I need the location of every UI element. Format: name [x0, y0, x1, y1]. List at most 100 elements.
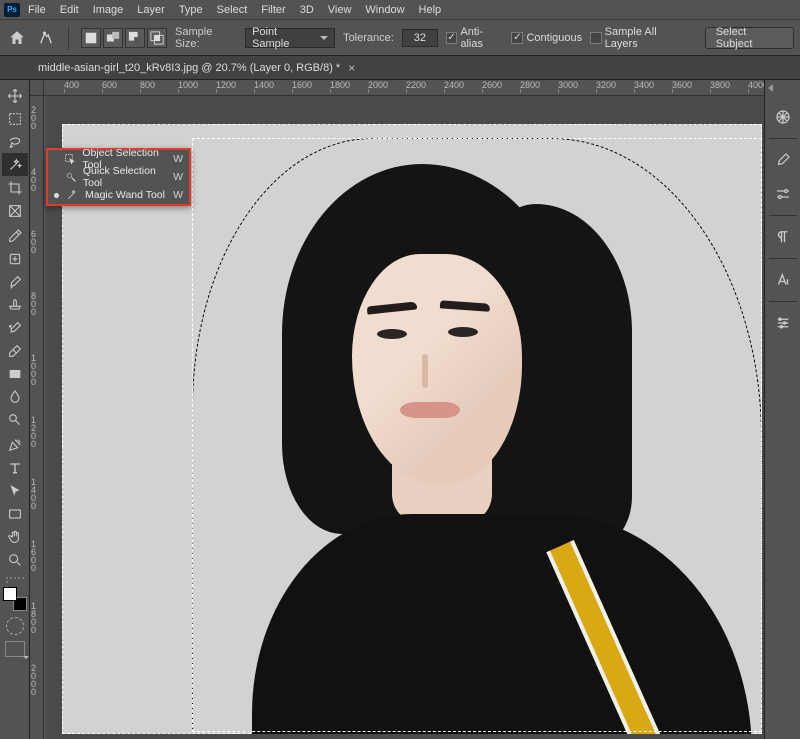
anti-alias-checkbox[interactable]: Anti-alias: [446, 26, 504, 50]
sample-size-value: Point Sample: [252, 26, 314, 50]
ruler-horizontal[interactable]: 4006008001000120014001600180020002200240…: [30, 80, 764, 96]
lasso-tool-icon[interactable]: [2, 130, 28, 153]
ruler-tick: 2800: [520, 80, 540, 90]
paragraph-panel-icon[interactable]: [770, 224, 796, 250]
menu-layer[interactable]: Layer: [137, 4, 165, 16]
blur-tool-icon[interactable]: [2, 385, 28, 408]
contiguous-label: Contiguous: [526, 32, 582, 44]
color-swatches[interactable]: [3, 587, 27, 611]
ruler-tick: 1000: [178, 80, 198, 90]
flyout-magic-wand-tool[interactable]: Magic Wand Tool W: [48, 186, 189, 204]
menu-select[interactable]: Select: [217, 4, 248, 16]
marquee-tool-icon[interactable]: [2, 107, 28, 130]
ruler-tick: 400: [31, 168, 36, 192]
flyout-item-label: Magic Wand Tool: [85, 189, 165, 201]
tools-panel: [0, 80, 30, 739]
tool-flyout-menu: Object Selection Tool W Quick Selection …: [46, 148, 191, 206]
flyout-shortcut: W: [173, 189, 183, 201]
selection-subtract-icon[interactable]: [125, 28, 145, 48]
pen-tool-icon[interactable]: [2, 433, 28, 456]
selection-add-icon[interactable]: [103, 28, 123, 48]
gradient-tool-icon[interactable]: [2, 362, 28, 385]
checkbox-icon-checked: [446, 32, 458, 44]
selection-mode-group: [81, 28, 167, 48]
select-subject-button[interactable]: Select Subject: [705, 27, 794, 49]
healing-brush-tool-icon[interactable]: [2, 247, 28, 270]
selection-marquee: [192, 138, 762, 732]
ruler-tick: 3000: [558, 80, 578, 90]
ruler-tick: 600: [31, 230, 36, 254]
frame-tool-icon[interactable]: [2, 199, 28, 222]
selection-intersect-icon[interactable]: [147, 28, 167, 48]
hand-tool-icon[interactable]: [2, 525, 28, 548]
active-tool-dot-icon: [54, 193, 59, 198]
brush-tool-icon[interactable]: [2, 270, 28, 293]
ruler-tick: 200: [31, 106, 36, 130]
character-panel-icon[interactable]: [770, 267, 796, 293]
menu-filter[interactable]: Filter: [261, 4, 285, 16]
ruler-tick: 1200: [31, 416, 36, 448]
history-brush-tool-icon[interactable]: [2, 316, 28, 339]
ruler-tick: 1600: [31, 540, 36, 572]
adjustments-panel-icon[interactable]: [770, 181, 796, 207]
menu-image[interactable]: Image: [93, 4, 124, 16]
home-icon[interactable]: [6, 27, 27, 49]
ruler-tick: 2000: [31, 664, 36, 696]
contiguous-checkbox[interactable]: Contiguous: [511, 32, 582, 44]
ruler-tick: 2600: [482, 80, 502, 90]
anti-alias-label: Anti-alias: [460, 26, 503, 50]
quick-mask-icon[interactable]: [6, 617, 24, 635]
ruler-tick: 1200: [216, 80, 236, 90]
ruler-tick: 2000: [368, 80, 388, 90]
document-tab-title: middle-asian-girl_t20_kRv8I3.jpg @ 20.7%…: [38, 62, 340, 74]
swatches-panel-icon[interactable]: [770, 147, 796, 173]
dodge-tool-icon[interactable]: [2, 408, 28, 431]
sample-all-label: Sample All Layers: [605, 26, 689, 50]
checkbox-icon-checked: [511, 32, 523, 44]
right-panel-collapsed: [764, 80, 800, 739]
menu-type[interactable]: Type: [179, 4, 203, 16]
ruler-vertical[interactable]: 200400600800100012001400160018002000: [30, 96, 44, 739]
eraser-tool-icon[interactable]: [2, 339, 28, 362]
screen-mode-icon[interactable]: [5, 641, 25, 657]
ruler-tick: 1800: [31, 602, 36, 634]
clone-stamp-tool-icon[interactable]: [2, 293, 28, 316]
document-tabs: middle-asian-girl_t20_kRv8I3.jpg @ 20.7%…: [0, 56, 800, 80]
ruler-tick: 3800: [710, 80, 730, 90]
expand-panels-icon[interactable]: [768, 84, 773, 92]
eyedropper-tool-icon[interactable]: [2, 224, 28, 247]
menu-window[interactable]: Window: [365, 4, 404, 16]
zoom-tool-icon[interactable]: [2, 548, 28, 571]
tolerance-input[interactable]: [402, 29, 438, 47]
ruler-tick: 4000: [748, 80, 764, 90]
ruler-tick: 800: [31, 292, 36, 316]
flyout-shortcut: W: [173, 153, 183, 165]
sample-size-dropdown[interactable]: Point Sample: [245, 28, 335, 48]
close-tab-icon[interactable]: ×: [348, 61, 355, 75]
document-tab[interactable]: middle-asian-girl_t20_kRv8I3.jpg @ 20.7%…: [38, 61, 355, 75]
selection-new-icon[interactable]: [81, 28, 101, 48]
crop-tool-icon[interactable]: [2, 176, 28, 199]
foreground-color-swatch[interactable]: [3, 587, 17, 601]
menu-view[interactable]: View: [328, 4, 352, 16]
ruler-tick: 2400: [444, 80, 464, 90]
move-tool-icon[interactable]: [2, 84, 28, 107]
menu-file[interactable]: File: [28, 4, 46, 16]
sample-all-layers-checkbox[interactable]: Sample All Layers: [590, 26, 689, 50]
current-tool-icon[interactable]: [35, 27, 56, 49]
menu-edit[interactable]: Edit: [60, 4, 79, 16]
flyout-item-label: Quick Selection Tool: [83, 165, 167, 189]
properties-panel-icon[interactable]: [770, 310, 796, 336]
rectangle-tool-icon[interactable]: [2, 502, 28, 525]
ruler-tick: 1800: [330, 80, 350, 90]
color-panel-icon[interactable]: [770, 104, 796, 130]
type-tool-icon[interactable]: [2, 456, 28, 479]
edit-toolbar-icon[interactable]: [6, 577, 24, 583]
menu-help[interactable]: Help: [419, 4, 442, 16]
menu-3d[interactable]: 3D: [300, 4, 314, 16]
flyout-quick-selection-tool[interactable]: Quick Selection Tool W: [48, 168, 189, 186]
path-selection-tool-icon[interactable]: [2, 479, 28, 502]
options-bar: Sample Size: Point Sample Tolerance: Ant…: [0, 20, 800, 56]
magic-wand-tool-icon[interactable]: [2, 153, 28, 176]
document-canvas[interactable]: [62, 124, 762, 734]
